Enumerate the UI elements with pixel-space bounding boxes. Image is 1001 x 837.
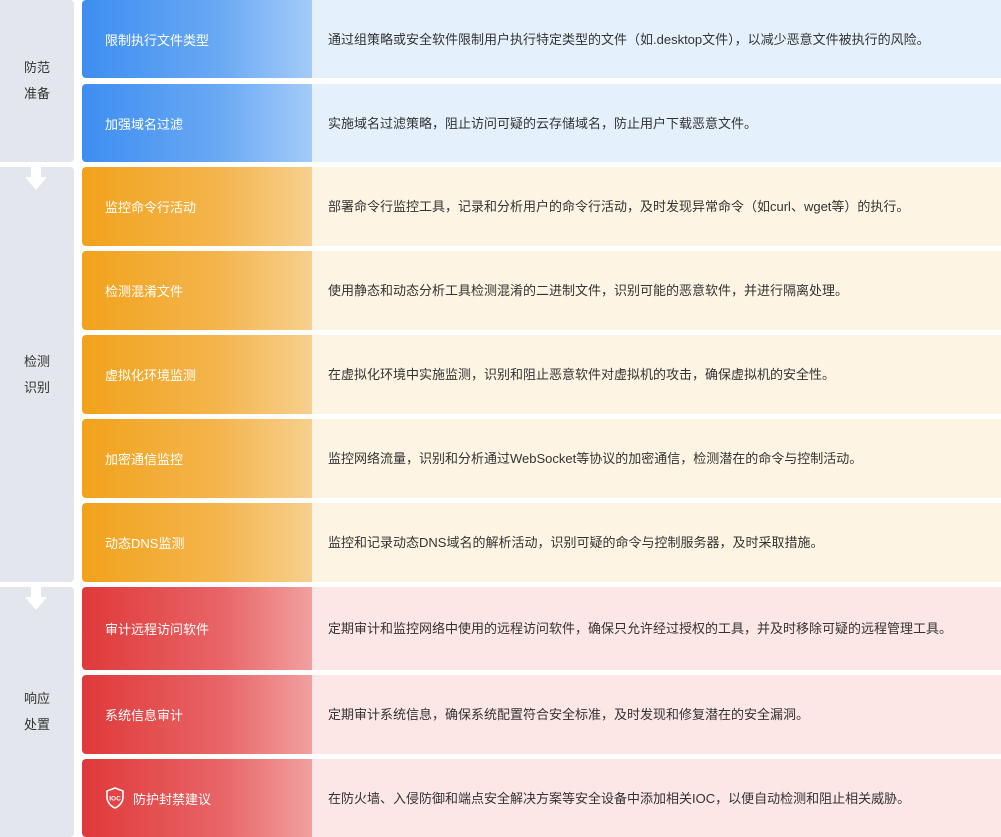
measure-description: 定期审计和监控网络中使用的远程访问软件，确保只允许经过授权的工具，并及时移除可疑… [312,587,1001,670]
measure-description: 部署命令行监控工具，记录和分析用户的命令行活动，及时发现异常命令（如curl、w… [312,167,1001,246]
measure-description: 定期审计系统信息，确保系统配置符合安全标准，及时发现和修复潜在的安全漏洞。 [312,675,1001,754]
measure-row: 监控命令行活动 部署命令行监控工具，记录和分析用户的命令行活动，及时发现异常命令… [82,167,1001,246]
measure-description: 监控和记录动态DNS域名的解析活动，识别可疑的命令与控制服务器，及时采取措施。 [312,503,1001,582]
phase-label: 响应处置 [23,691,50,732]
measure-row: 加强域名过滤 实施域名过滤策略，阻止访问可疑的云存储域名，防止用户下载恶意文件。 [82,84,1001,162]
measure-title-with-icon: IOC 防护封禁建议 [82,759,312,837]
measure-row: IOC 防护封禁建议 在防火墙、入侵防御和端点安全解决方案等安全设备中添加相关I… [82,759,1001,837]
arrow-down-icon [25,166,47,190]
measure-title: 防护封禁建议 [133,791,212,807]
measure-description: 监控网络流量，识别和分析通过WebSocket等协议的加密通信，检测潜在的命令与… [312,419,1001,498]
phase-label: 检测识别 [23,353,50,395]
measure-title: 加强域名过滤 [82,84,312,162]
measure-description: 在防火墙、入侵防御和端点安全解决方案等安全设备中添加相关IOC，以便自动检测和阻… [312,759,1001,837]
ioc-icon: IOC [105,787,125,809]
measure-title: 加密通信监控 [82,419,312,498]
measure-description: 在虚拟化环境中实施监测，识别和阻止恶意软件对虚拟机的攻击，确保虚拟机的安全性。 [312,335,1001,414]
measure-title: 监控命令行活动 [82,167,312,246]
measure-row: 虚拟化环境监测 在虚拟化环境中实施监测，识别和阻止恶意软件对虚拟机的攻击，确保虚… [82,335,1001,414]
measure-title: 限制执行文件类型 [82,0,312,78]
measure-row: 限制执行文件类型 通过组策略或安全软件限制用户执行特定类型的文件（如.deskt… [82,0,1001,78]
measure-description: 实施域名过滤策略，阻止访问可疑的云存储域名，防止用户下载恶意文件。 [312,84,1001,162]
phase-prevention: 防范准备 [0,0,74,162]
measure-row: 检测混淆文件 使用静态和动态分析工具检测混淆的二进制文件，识别可能的恶意软件，并… [82,251,1001,330]
measure-title: 系统信息审计 [82,675,312,754]
measure-description: 使用静态和动态分析工具检测混淆的二进制文件，识别可能的恶意软件，并进行隔离处理。 [312,251,1001,330]
measure-title: 虚拟化环境监测 [82,335,312,414]
measure-title: 动态DNS监测 [82,503,312,582]
measure-title: 审计远程访问软件 [82,587,312,670]
measure-row: 加密通信监控 监控网络流量，识别和分析通过WebSocket等协议的加密通信，检… [82,419,1001,498]
arrow-down-icon [25,586,47,610]
phase-label: 防范准备 [23,60,50,101]
phase-detection: 检测识别 [0,167,74,582]
ioc-icon-text: IOC [109,796,121,803]
measure-row: 系统信息审计 定期审计系统信息，确保系统配置符合安全标准，及时发现和修复潜在的安… [82,675,1001,754]
measure-row: 审计远程访问软件 定期审计和监控网络中使用的远程访问软件，确保只允许经过授权的工… [82,587,1001,670]
measure-description: 通过组策略或安全软件限制用户执行特定类型的文件（如.desktop文件），以减少… [312,0,1001,78]
measure-title: 检测混淆文件 [82,251,312,330]
measure-row: 动态DNS监测 监控和记录动态DNS域名的解析活动，识别可疑的命令与控制服务器，… [82,503,1001,582]
phase-response: 响应处置 [0,587,74,837]
